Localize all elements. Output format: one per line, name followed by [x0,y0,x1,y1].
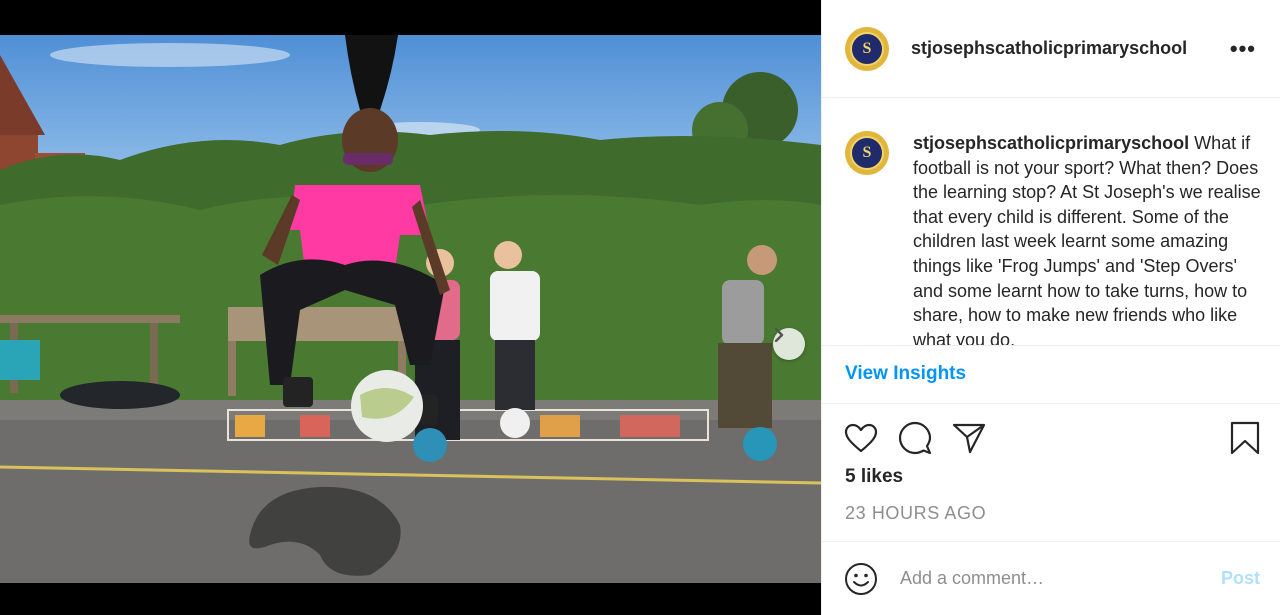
avatar[interactable]: S [845,26,889,71]
bookmark-icon [1230,421,1260,455]
comment-button[interactable] [898,421,932,455]
insights-row: View Insights [822,345,1280,404]
share-icon [952,423,986,454]
emoji-button[interactable] [844,562,878,596]
comment-input[interactable] [900,568,1221,589]
more-options-button[interactable]: ••• [1230,37,1256,59]
post-timestamp: 23 HOURS AGO [845,503,987,523]
school-crest-icon: S [850,31,884,66]
view-insights-link[interactable]: View Insights [845,363,966,384]
post-photo[interactable] [0,35,821,583]
emoji-icon [845,562,877,595]
action-bar [844,420,1260,456]
heart-icon [844,423,878,453]
post-comment-button[interactable]: Post [1221,568,1260,589]
post-header: S stjosephscatholicprimaryschool ••• [822,0,1280,98]
chevron-right-icon [774,328,784,342]
likes-count[interactable]: 5 likes [845,466,903,488]
share-button[interactable] [952,422,986,454]
caption-body: What if football is not your sport? What… [913,133,1261,345]
header-username[interactable]: stjosephscatholicprimaryschool [911,38,1230,59]
caption: stjosephscatholicprimaryschool What if f… [913,131,1265,345]
school-crest-icon: S [850,136,884,170]
next-slide-button[interactable] [773,328,805,360]
caption-username[interactable]: stjosephscatholicprimaryschool [913,133,1189,153]
media-panel [0,0,821,615]
caption-avatar[interactable]: S [845,131,889,175]
post-side-panel: S stjosephscatholicprimaryschool ••• S s… [821,0,1280,615]
like-button[interactable] [844,423,878,453]
comment-bar: Post [822,541,1280,615]
save-button[interactable] [1230,421,1260,455]
caption-area: S stjosephscatholicprimaryschool What if… [822,99,1280,345]
photo-illustration [0,35,821,583]
comment-icon [898,421,932,455]
